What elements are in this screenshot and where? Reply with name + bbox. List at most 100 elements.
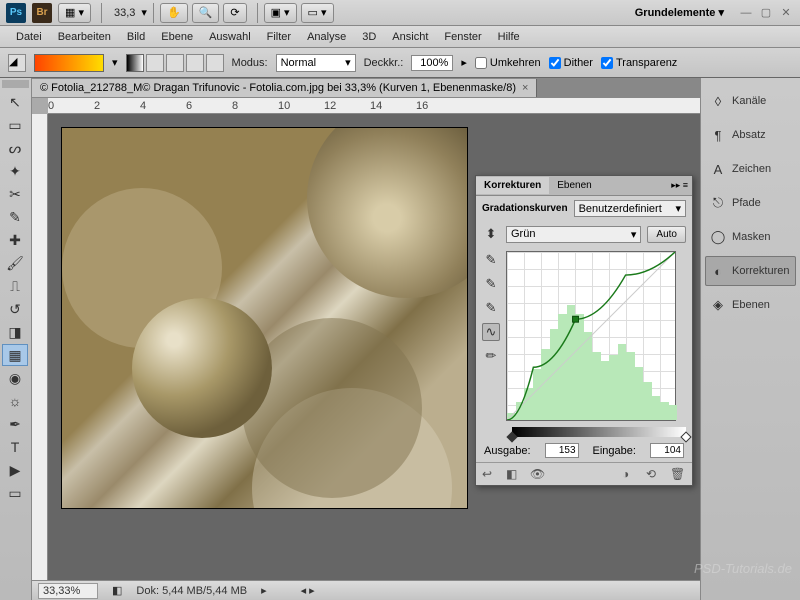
panel-tab-korrekturen[interactable]: Korrekturen (476, 177, 549, 194)
wand-tool[interactable]: ✦ (2, 160, 28, 182)
toolbox-grip[interactable] (2, 80, 29, 88)
heal-tool[interactable]: ✚ (2, 229, 28, 251)
app-topbar: Ps Br ▦ ▾ 33,3▾ ✋ 🔍 ⟳ ▣ ▾ ▭ ▾ Grundeleme… (0, 0, 800, 26)
maximize-icon[interactable]: ▢ (758, 5, 774, 21)
extras-button[interactable]: ▭ ▾ (301, 3, 334, 23)
gradient-angle-icon[interactable] (166, 54, 184, 72)
hand-tool-button[interactable]: ✋ (160, 3, 188, 23)
bridge-icon[interactable]: Br (32, 3, 52, 23)
marquee-tool[interactable]: ▭ (2, 114, 28, 136)
document-tabbar: © Fotolia_212788_M© Dragan Trifunovic - … (32, 78, 700, 98)
reset-icon[interactable]: ⟲ (646, 467, 662, 481)
stamp-tool[interactable]: ⎍ (2, 275, 28, 297)
input-input[interactable] (650, 443, 684, 458)
screen-mode-button[interactable]: ▣ ▾ (264, 3, 297, 23)
menu-ebene[interactable]: Ebene (153, 28, 201, 46)
rotate-view-button[interactable]: ⟳ (223, 3, 246, 23)
menu-auswahl[interactable]: Auswahl (201, 28, 259, 46)
crop-tool[interactable]: ✂ (2, 183, 28, 205)
shape-tool[interactable]: ▭ (2, 482, 28, 504)
transparency-checkbox[interactable]: Transparenz (601, 57, 677, 69)
minimize-icon[interactable]: — (738, 5, 754, 21)
gradient-radial-icon[interactable] (146, 54, 164, 72)
curve-point-tool-icon[interactable]: ∿ (482, 323, 500, 341)
channel-select[interactable]: Grün▾ (506, 226, 641, 243)
gradient-reflected-icon[interactable] (186, 54, 204, 72)
type-tool[interactable]: T (2, 436, 28, 458)
canvas-image[interactable] (62, 128, 467, 508)
pen-tool[interactable]: ✒ (2, 413, 28, 435)
status-scroll[interactable]: ◂ ▸ (301, 584, 315, 597)
zoom-level[interactable]: 33,3 (114, 7, 135, 19)
input-gradient-strip[interactable] (512, 427, 686, 437)
on-image-tool-icon[interactable]: ⬍ (482, 225, 500, 243)
status-arrow-icon[interactable]: ▸ (261, 584, 267, 597)
auto-button[interactable]: Auto (647, 226, 686, 243)
status-zoom[interactable]: 33,33% (38, 583, 98, 599)
panel-collapsed-ebenen[interactable]: ◈Ebenen (705, 290, 796, 320)
gradient-diamond-icon[interactable] (206, 54, 224, 72)
dodge-tool[interactable]: ☼ (2, 390, 28, 412)
blend-mode-select[interactable]: Normal▾ (276, 54, 356, 72)
panel-collapsed-pfade[interactable]: ⎋Pfade (705, 188, 796, 218)
menu-analyse[interactable]: Analyse (299, 28, 354, 46)
menu-filter[interactable]: Filter (259, 28, 299, 46)
clip-layer-icon[interactable]: ◧ (506, 467, 522, 481)
tool-preset-icon[interactable]: ◢ (8, 54, 26, 72)
return-arrow-icon[interactable]: ↩ (482, 467, 498, 481)
panel-collapsed-zeichen[interactable]: AZeichen (705, 154, 796, 184)
arrange-docs-button[interactable]: ▦ ▾ (58, 3, 91, 23)
panel-icon: ⎋ (710, 195, 726, 211)
photoshop-icon[interactable]: Ps (6, 3, 26, 23)
curves-panel: Korrekturen Ebenen ▸▸ ≡ Gradationskurven… (475, 175, 693, 486)
visibility-icon[interactable]: 👁 (530, 467, 546, 481)
blur-tool[interactable]: ◉ (2, 367, 28, 389)
menu-ansicht[interactable]: Ansicht (384, 28, 436, 46)
lasso-tool[interactable]: ᔕ (2, 137, 28, 159)
curves-preset-select[interactable]: Benutzerdefiniert▾ (574, 200, 686, 217)
gradient-tool[interactable]: ▦ (2, 344, 28, 366)
curve-pencil-tool-icon[interactable]: ✏ (482, 347, 500, 365)
status-docinfo-icon[interactable]: ◧ (112, 584, 122, 597)
menu-fenster[interactable]: Fenster (436, 28, 489, 46)
previous-state-icon[interactable]: ◑ (622, 467, 638, 481)
eyedropper-tool[interactable]: ✎ (2, 206, 28, 228)
menu-bearbeiten[interactable]: Bearbeiten (50, 28, 119, 46)
panel-collapsed-absatz[interactable]: ¶Absatz (705, 120, 796, 150)
zoom-tool-button[interactable]: 🔍 (192, 3, 220, 23)
panel-collapsed-kanäle[interactable]: ◊Kanäle (705, 86, 796, 116)
reverse-checkbox[interactable]: Umkehren (475, 57, 541, 69)
panel-collapsed-masken[interactable]: ◯Masken (705, 222, 796, 252)
eyedropper-black-icon[interactable]: ✎ (482, 251, 500, 269)
opacity-input[interactable]: 100% (411, 55, 453, 71)
curves-graph[interactable] (506, 251, 676, 421)
eyedropper-white-icon[interactable]: ✎ (482, 299, 500, 317)
menu-3d[interactable]: 3D (354, 28, 384, 46)
panel-collapsed-korrekturen[interactable]: ◐Korrekturen (705, 256, 796, 286)
history-brush-tool[interactable]: ↺ (2, 298, 28, 320)
menu-bild[interactable]: Bild (119, 28, 153, 46)
tab-close-icon[interactable]: × (522, 82, 528, 94)
output-input[interactable] (545, 443, 579, 458)
menu-hilfe[interactable]: Hilfe (490, 28, 528, 46)
ruler-horizontal[interactable]: 0246810121416 (48, 98, 700, 114)
curves-title: Gradationskurven (482, 203, 568, 214)
eraser-tool[interactable]: ◨ (2, 321, 28, 343)
status-bar: 33,33% ◧ Dok: 5,44 MB/5,44 MB ▸ ◂ ▸ (32, 580, 700, 600)
brush-tool[interactable]: 🖌 (2, 252, 28, 274)
panel-tab-ebenen[interactable]: Ebenen (549, 177, 599, 194)
panel-collapse-icon[interactable]: ▸▸ ≡ (671, 180, 688, 191)
gradient-linear-icon[interactable] (126, 54, 144, 72)
document-tab[interactable]: © Fotolia_212788_M© Dragan Trifunovic - … (32, 79, 537, 97)
trash-icon[interactable]: 🗑 (670, 467, 686, 481)
gradient-swatch[interactable] (34, 54, 104, 72)
close-icon[interactable]: ✕ (778, 5, 794, 21)
menu-datei[interactable]: Datei (8, 28, 50, 46)
dither-checkbox[interactable]: Dither (549, 57, 593, 69)
eyedropper-gray-icon[interactable]: ✎ (482, 275, 500, 293)
status-docinfo[interactable]: Dok: 5,44 MB/5,44 MB (136, 585, 247, 597)
path-select-tool[interactable]: ▶ (2, 459, 28, 481)
ruler-vertical[interactable] (32, 114, 48, 580)
move-tool[interactable]: ↖ (2, 91, 28, 113)
workspace-switcher[interactable]: Grundelemente ▾ (635, 6, 724, 19)
